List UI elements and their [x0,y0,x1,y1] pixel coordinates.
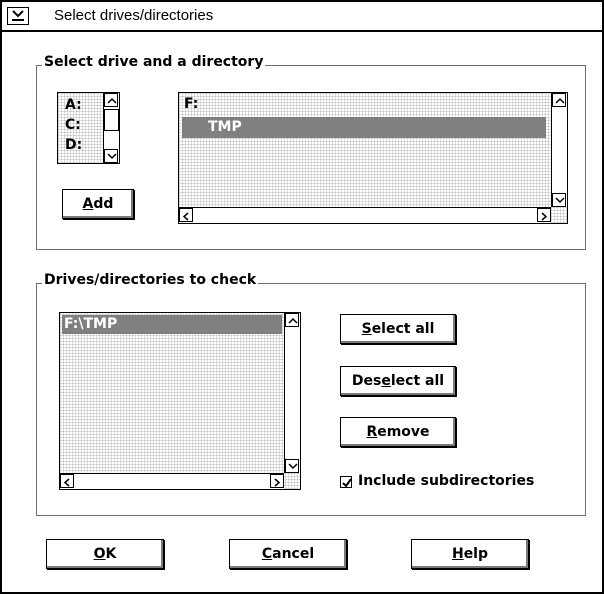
include-subdirectories-checkbox[interactable] [340,476,352,488]
help-label: elp [463,546,489,562]
scroll-right-button[interactable] [270,474,284,488]
directory-list[interactable]: F: TMP [178,92,568,224]
remove-label: emove [377,424,430,440]
chevron-down-icon [288,463,298,470]
select-drives-dialog: Select drives/directories Select drive a… [0,0,604,594]
chevron-right-icon [274,478,281,487]
remove-button[interactable]: Remove [340,417,456,447]
select-all-label: elect all [371,321,435,337]
deselect-all-button[interactable]: Des e lect all [340,366,456,396]
scroll-down-button[interactable] [552,193,566,207]
deselect-all-mnemonic: e [381,373,391,389]
chevron-left-icon [182,212,189,221]
chevron-down-icon [107,153,117,160]
directory-horizontal-scrollbar[interactable] [179,207,551,223]
drive-item[interactable]: C: [65,117,81,133]
dialog-body: Select drive and a directory A: C: D: F:… [2,30,602,592]
chevron-left-icon [63,478,70,487]
help-button[interactable]: Help [411,539,529,569]
scroll-thumb[interactable] [104,109,119,131]
cancel-button[interactable]: Cancel [229,539,347,569]
check-list-vertical-scrollbar[interactable] [284,313,300,473]
chevron-up-icon [107,97,117,104]
cancel-label: ancel [272,546,315,562]
select-drive-group-label: Select drive and a directory [42,54,266,70]
window-title: Select drives/directories [54,7,214,24]
drive-list-scrollbar[interactable] [103,93,119,163]
checkmark-icon [342,478,352,488]
select-all-button[interactable]: Select all [340,314,456,344]
remove-mnemonic: R [366,424,378,440]
system-menu-button[interactable] [7,7,29,25]
scroll-down-button[interactable] [104,149,118,163]
directory-path: F: [184,96,199,112]
cancel-mnemonic: C [261,546,273,562]
scroll-up-button[interactable] [285,313,299,327]
chevron-right-icon [541,212,548,221]
deselect-all-label: lect all [390,373,445,389]
check-list[interactable]: F:\TMP [59,312,301,490]
add-button-label: dd [93,196,114,212]
drive-item[interactable]: A: [65,97,82,113]
directory-item-tmp[interactable]: TMP [182,117,546,138]
scroll-up-button[interactable] [104,93,118,107]
drive-item[interactable]: D: [65,137,82,153]
add-button[interactable]: Add [62,189,134,219]
drive-list[interactable]: A: C: D: [57,92,120,164]
help-mnemonic: H [451,546,464,562]
scroll-down-button[interactable] [285,459,299,473]
include-subdirectories-label[interactable]: Include subdirectories [358,473,534,489]
scroll-up-button[interactable] [552,93,566,107]
chevron-down-icon [12,10,24,21]
check-list-horizontal-scrollbar[interactable] [60,473,284,489]
ok-mnemonic: O [93,546,106,562]
title-bar[interactable]: Select drives/directories [2,2,602,32]
check-item[interactable]: F:\TMP [62,315,282,334]
directory-vertical-scrollbar[interactable] [551,93,567,207]
ok-button[interactable]: OK [46,539,164,569]
add-button-mnemonic: A [82,196,94,212]
scroll-right-button[interactable] [537,208,551,222]
chevron-up-icon [288,317,298,324]
select-all-mnemonic: S [361,321,372,337]
chevron-down-icon [555,197,565,204]
check-group-label: Drives/directories to check [42,272,259,288]
ok-label: K [105,546,117,562]
deselect-all-prefix: Des [351,373,382,389]
scroll-left-button[interactable] [60,474,74,488]
chevron-up-icon [555,97,565,104]
scroll-left-button[interactable] [179,208,193,222]
